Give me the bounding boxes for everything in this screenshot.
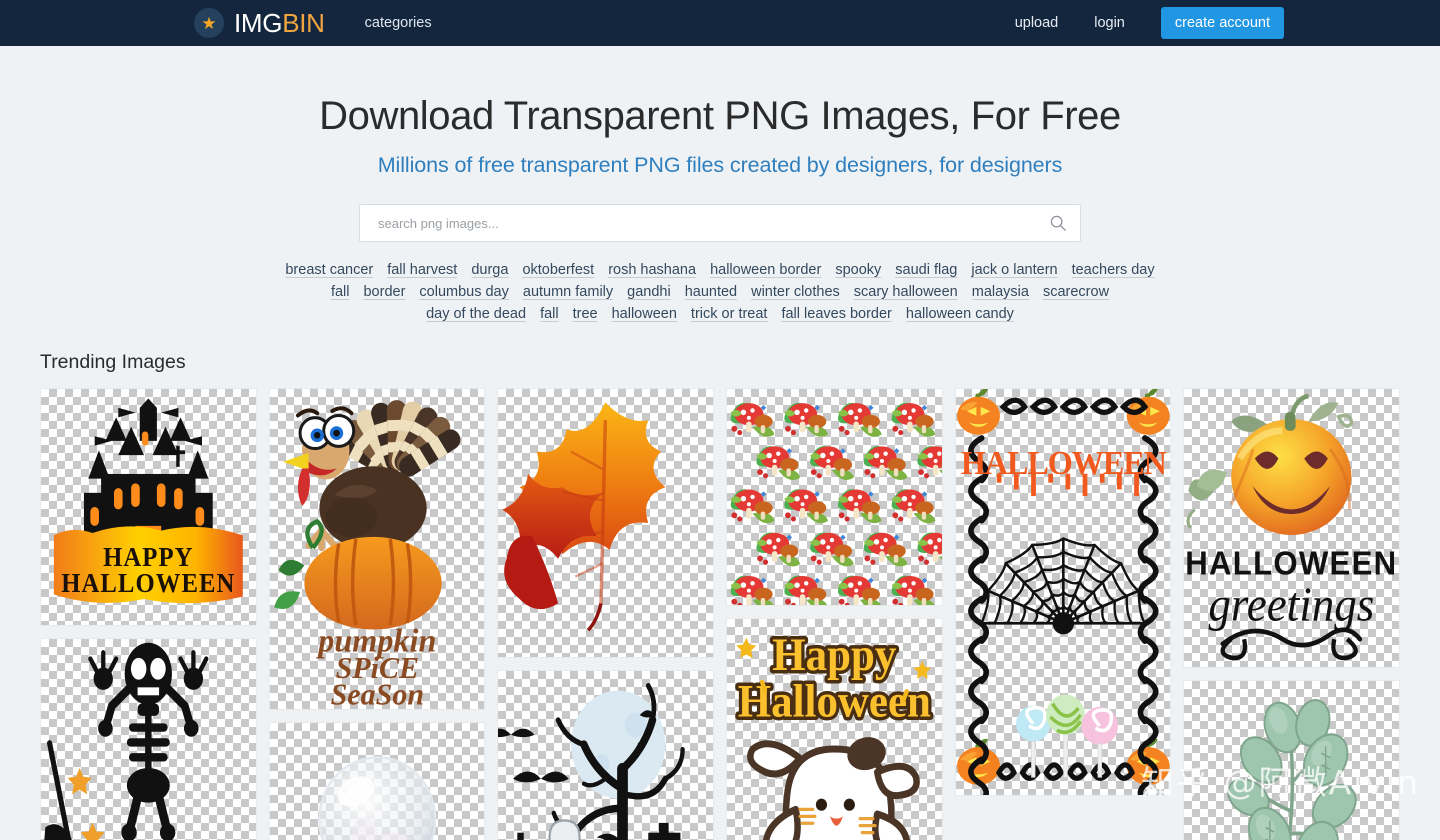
nav-upload-link[interactable]: upload [1015, 15, 1059, 31]
trending-image-card[interactable]: Happy Happy Halloween Halloween [725, 618, 943, 840]
thumbnail-eucalyptus-branch [1184, 681, 1399, 840]
brand-logo[interactable]: ★ IMGBIN [194, 8, 325, 39]
search-input[interactable] [359, 204, 1081, 242]
svg-text:Happy: Happy [772, 629, 896, 681]
tag-link[interactable]: winter clothes [751, 281, 840, 303]
thumbnail-mushroom-pattern [726, 389, 942, 605]
page-title: Download Transparent PNG Images, For Fre… [319, 94, 1121, 138]
create-account-button[interactable]: create account [1160, 7, 1284, 39]
tag-link[interactable]: border [363, 281, 405, 303]
tag-link[interactable]: tree [573, 303, 598, 325]
thumbnail-soap-bubble [269, 723, 485, 840]
brand-text-img: IMG [234, 7, 283, 38]
svg-text:SeaSon: SeaSon [330, 677, 424, 709]
thumbnail-halloween-web-frame: HALLOWEEN [955, 389, 1171, 795]
tag-link[interactable]: autumn family [523, 281, 613, 303]
page-subtitle: Millions of free transparent PNG files c… [377, 153, 1063, 177]
tag-link[interactable]: saudi flag [895, 259, 957, 281]
tag-link[interactable]: trick or treat [691, 303, 768, 325]
search-icon[interactable] [1049, 214, 1067, 232]
tag-link[interactable]: halloween [612, 303, 677, 325]
trending-image-card[interactable] [725, 388, 943, 606]
tag-link[interactable]: halloween border [710, 259, 821, 281]
thumbnail-happy-halloween-castle: HAPPY HALLOWEEN [41, 389, 256, 625]
trending-image-card[interactable]: HALLOWEEN [954, 388, 1172, 796]
tag-link[interactable]: fall leaves border [781, 303, 891, 325]
tag-link[interactable]: columbus day [419, 281, 508, 303]
thumbnail-skeleton-broom [41, 639, 256, 840]
tag-link[interactable]: day of the dead [426, 303, 526, 325]
svg-text:HALLOWEEN: HALLOWEEN [1186, 544, 1398, 581]
trending-image-card[interactable] [1183, 680, 1400, 840]
thumbnail-graveyard-tree-rip: RIP [498, 671, 713, 840]
tag-link[interactable]: fall harvest [387, 259, 457, 281]
star-icon: ★ [194, 8, 224, 38]
tag-link[interactable]: fall [331, 281, 350, 303]
tag-link[interactable]: scary halloween [854, 281, 958, 303]
thumbnail-pumpkin-spice-turkey: pumpkin SPiCE SeaSon [269, 389, 485, 709]
tag-link[interactable]: spooky [835, 259, 881, 281]
tag-link[interactable]: jack o lantern [971, 259, 1057, 281]
thumbnail-autumn-oak-leaf [498, 389, 713, 657]
trending-image-card[interactable] [268, 722, 486, 840]
tag-link[interactable]: fall [540, 303, 559, 325]
top-navigation-bar: ★ IMGBIN categories upload login create … [0, 0, 1440, 46]
brand-wordmark: IMGBIN [234, 8, 325, 39]
nav-right-group: upload login create account [1015, 7, 1284, 39]
trending-image-card[interactable]: RIP [497, 670, 714, 840]
trending-heading: Trending Images [40, 351, 186, 373]
tag-link[interactable]: malaysia [972, 281, 1029, 303]
trending-image-card[interactable]: pumpkin SPiCE SeaSon [268, 388, 486, 710]
tag-link[interactable]: halloween candy [906, 303, 1014, 325]
tag-link[interactable]: durga [471, 259, 508, 281]
trending-image-grid: HAPPY HALLOWEEN pumpkin SPiCE SeaSon Hap… [40, 388, 1400, 840]
tag-link[interactable]: gandhi [627, 281, 671, 303]
trending-image-card[interactable] [40, 638, 257, 840]
tag-link[interactable]: scarecrow [1043, 281, 1109, 303]
thumbnail-halloween-greetings-pumpkin: HALLOWEEN greetings [1184, 389, 1399, 667]
tag-link[interactable]: haunted [685, 281, 737, 303]
svg-text:HALLOWEEN: HALLOWEEN [61, 568, 235, 598]
nav-login-link[interactable]: login [1094, 15, 1125, 31]
search-bar [359, 204, 1081, 242]
tag-link[interactable]: oktoberfest [522, 259, 594, 281]
hero-section: Download Transparent PNG Images, For Fre… [0, 46, 1440, 178]
trending-image-card[interactable]: HAPPY HALLOWEEN [40, 388, 257, 626]
brand-text-bin: BIN [282, 7, 325, 38]
tag-link[interactable]: teachers day [1072, 259, 1155, 281]
trending-image-card[interactable]: HALLOWEEN greetings [1183, 388, 1400, 668]
tag-link[interactable]: rosh hashana [608, 259, 696, 281]
thumbnail-happy-halloween-ghost: Happy Happy Halloween Halloween [726, 619, 942, 840]
trending-image-card[interactable] [497, 388, 714, 658]
svg-text:greetings: greetings [1209, 578, 1375, 632]
tag-link[interactable]: breast cancer [285, 259, 373, 281]
nav-categories-link[interactable]: categories [365, 15, 432, 31]
popular-tags: breast cancer fall harvest durga oktoberfes… [270, 259, 1170, 325]
